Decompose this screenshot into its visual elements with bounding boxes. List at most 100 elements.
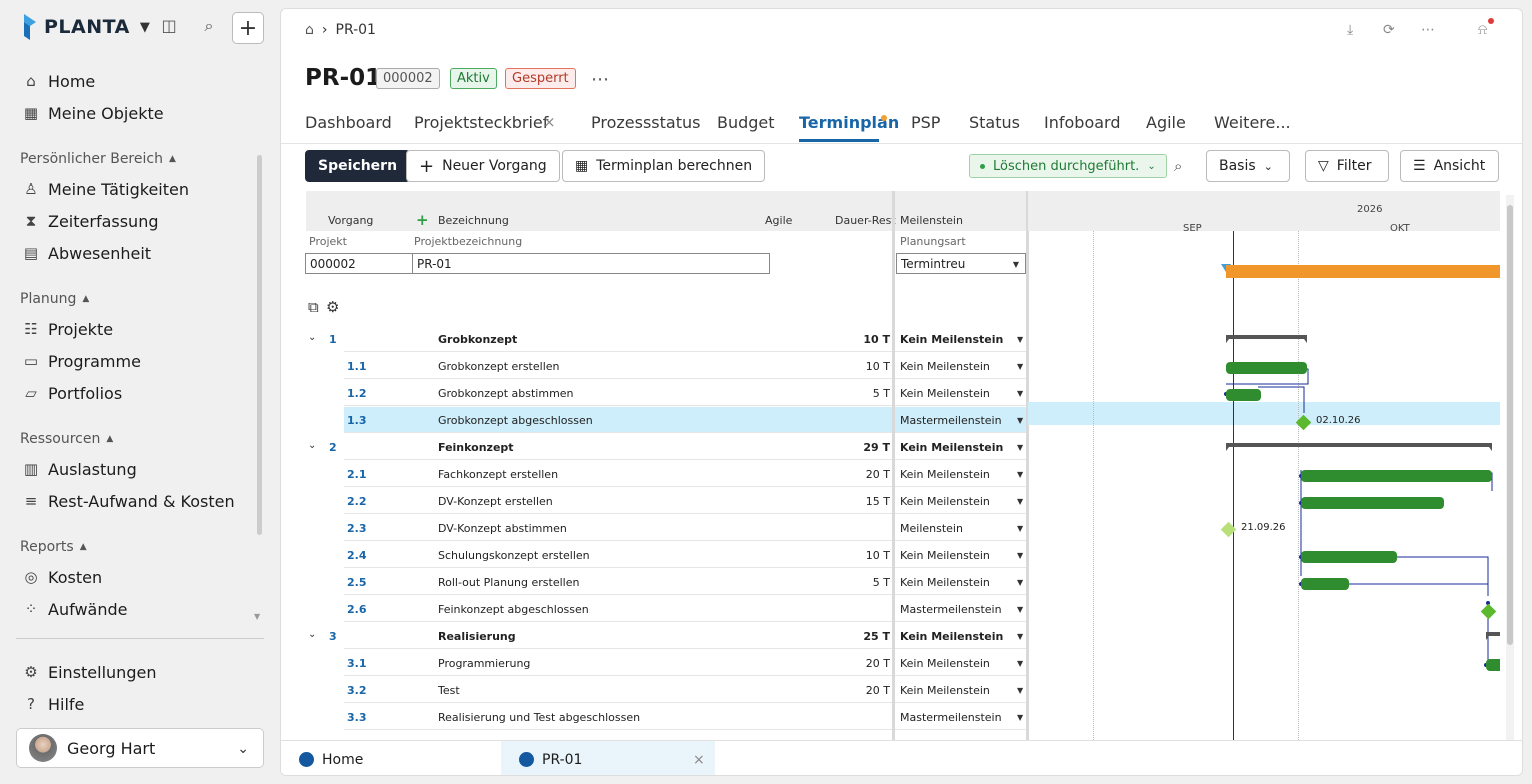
add-button[interactable]: + — [232, 12, 264, 44]
more-icon[interactable]: ⋯ — [591, 69, 609, 90]
row-name[interactable]: Feinkonzept abgeschlossen — [438, 603, 589, 616]
row-number[interactable]: 2.5 — [347, 576, 367, 589]
chevron-down-icon[interactable]: ▼ — [1017, 362, 1023, 371]
table-row[interactable]: ⌄ 2 Feinkonzept 29 T Kein Meilenstein ▼ — [306, 433, 1026, 460]
row-name[interactable]: Grobkonzept abgeschlossen — [438, 414, 593, 427]
row-milestone[interactable]: Mastermeilenstein — [900, 711, 1002, 724]
gantt-bar-2-5[interactable] — [1301, 578, 1349, 590]
section-ressourcen[interactable]: Ressourcen ▲ — [20, 431, 113, 447]
nav-meine-objekte[interactable]: ▦ Meine Objekte — [22, 104, 164, 123]
table-row[interactable]: 2.3 DV-Konzept abstimmen Meilenstein ▼ — [306, 514, 1026, 541]
row-name[interactable]: Feinkonzept — [438, 441, 514, 454]
row-name[interactable]: Fachkonzept erstellen — [438, 468, 558, 481]
copy-icon[interactable]: ⧉ — [308, 298, 319, 316]
table-row[interactable]: ⌄ 1 Grobkonzept 10 T Kein Meilenstein ▼ — [306, 325, 1026, 352]
row-milestone[interactable]: Kein Meilenstein — [900, 468, 990, 481]
brand-logo[interactable]: PLANTA ▼ — [22, 14, 150, 40]
section-reports[interactable]: Reports ▲ — [20, 539, 87, 555]
tab-weitere[interactable]: Weitere... — [1214, 113, 1291, 132]
row-name[interactable]: Schulungskonzept erstellen — [438, 549, 590, 562]
chevron-down-icon[interactable]: ⌄ — [308, 629, 316, 640]
row-milestone[interactable]: Meilenstein — [900, 522, 963, 535]
row-number[interactable]: 2.2 — [347, 495, 367, 508]
gantt-summary-3[interactable] — [1486, 632, 1500, 640]
gantt-bar-1-1[interactable] — [1226, 362, 1307, 374]
row-number[interactable]: 2.1 — [347, 468, 367, 481]
table-row[interactable]: ⌄ 3 Realisierung 25 T Kein Meilenstein ▼ — [306, 622, 1026, 649]
row-number[interactable]: 1.1 — [347, 360, 367, 373]
table-row[interactable]: 3.3 Realisierung und Test abgeschlossen Ma… — [306, 703, 1026, 730]
more-icon[interactable]: ⋯ — [1421, 22, 1435, 38]
gantt-summary-1[interactable] — [1226, 335, 1307, 343]
nav-zeiterfassung[interactable]: ⧗ Zeiterfassung — [22, 212, 159, 231]
row-number[interactable]: 2.3 — [347, 522, 367, 535]
chevron-down-icon[interactable]: ▼ — [1017, 551, 1023, 560]
row-name[interactable]: Realisierung — [438, 630, 516, 643]
status-message[interactable]: Löschen durchgeführt. ⌄ — [969, 154, 1167, 178]
row-number[interactable]: 1.3 — [347, 414, 367, 427]
gantt-project-bar[interactable] — [1226, 265, 1500, 278]
gantt-bar-2-2[interactable] — [1301, 497, 1444, 509]
chevron-down-icon[interactable]: ▼ — [1017, 659, 1023, 668]
gantt-bar-2-1[interactable] — [1301, 470, 1492, 482]
view-button[interactable]: ☰ Ansicht — [1400, 150, 1499, 182]
col-dauer[interactable]: Dauer-Rest — [835, 214, 896, 227]
scroll-thumb[interactable] — [1507, 205, 1513, 645]
row-name[interactable]: Test — [438, 684, 460, 697]
tab-infoboard[interactable]: Infoboard — [1044, 113, 1120, 132]
nav-einstellungen[interactable]: ⚙ Einstellungen — [22, 663, 156, 682]
row-number[interactable]: 3 — [329, 630, 337, 643]
download-icon[interactable]: ⤓ — [1347, 22, 1353, 38]
row-milestone[interactable]: Kein Meilenstein — [900, 657, 990, 670]
col-vorgang[interactable]: Vorgang — [328, 214, 373, 227]
chevron-down-icon[interactable]: ▼ — [1017, 605, 1023, 614]
sidebar-toggle-icon[interactable]: ◫ — [158, 18, 180, 40]
bottom-tab-home[interactable]: Home — [281, 741, 501, 775]
nav-rest-aufwand[interactable]: ≡ Rest-Aufwand & Kosten — [22, 492, 235, 511]
nav-abwesenheit[interactable]: ▤ Abwesenheit — [22, 244, 151, 263]
row-milestone[interactable]: Kein Meilenstein — [900, 333, 1003, 346]
row-number[interactable]: 3.2 — [347, 684, 367, 697]
row-name[interactable]: DV-Konzept abstimmen — [438, 522, 567, 535]
scroll-down-icon[interactable]: ▼ — [254, 612, 260, 621]
close-icon[interactable]: × — [693, 752, 705, 768]
tab-status[interactable]: Status — [969, 113, 1020, 132]
close-icon[interactable]: × — [543, 113, 556, 131]
table-row[interactable]: 1.3 Grobkonzept abgeschlossen Mastermeilen… — [306, 406, 1026, 433]
breadcrumb-current[interactable]: PR-01 — [336, 22, 376, 38]
row-milestone[interactable]: Kein Meilenstein — [900, 360, 990, 373]
row-milestone[interactable]: Mastermeilenstein — [900, 603, 1002, 616]
nav-kosten[interactable]: ◎ Kosten — [22, 568, 102, 587]
refresh-icon[interactable]: ⟳ — [1383, 22, 1395, 38]
gantt-scrollbar[interactable] — [1506, 195, 1514, 743]
row-number[interactable]: 2.6 — [347, 603, 367, 616]
sidebar-scrollbar[interactable] — [257, 155, 262, 535]
col-meilenstein[interactable]: Meilenstein — [900, 214, 963, 227]
row-milestone[interactable]: Kein Meilenstein — [900, 495, 990, 508]
column-splitter[interactable] — [892, 191, 895, 746]
nav-projekte[interactable]: ☷ Projekte — [22, 320, 113, 339]
row-name[interactable]: Programmierung — [438, 657, 530, 670]
gantt-bar-2-4[interactable] — [1301, 551, 1397, 563]
chevron-down-icon[interactable]: ⌄ — [308, 332, 316, 343]
new-task-button[interactable]: + Neuer Vorgang — [406, 150, 560, 182]
chevron-down-icon[interactable]: ▼ — [1017, 497, 1023, 506]
add-row-icon[interactable]: + — [416, 211, 429, 229]
tab-agile[interactable]: Agile — [1146, 113, 1186, 132]
tab-projektsteckbrief[interactable]: Projektsteckbrief — [414, 113, 548, 132]
search-icon[interactable]: ⌕ — [198, 18, 220, 40]
project-name-field[interactable]: PR-01 — [412, 253, 770, 274]
save-button[interactable]: Speichern — [305, 150, 411, 182]
nav-taetigkeiten[interactable]: ♙ Meine Tätigkeiten — [22, 180, 189, 199]
gear-icon[interactable]: ⚙ — [326, 298, 339, 316]
table-row[interactable]: 2.4 Schulungskonzept erstellen 10 T Kein Me… — [306, 541, 1026, 568]
calc-schedule-button[interactable]: ▦ Terminplan berechnen — [562, 150, 766, 182]
basis-dropdown[interactable]: Basis ⌄ — [1206, 150, 1290, 182]
row-name[interactable]: Grobkonzept abstimmen — [438, 387, 574, 400]
row-name[interactable]: Realisierung und Test abgeschlossen — [438, 711, 640, 724]
row-milestone[interactable]: Kein Meilenstein — [900, 684, 990, 697]
planungsart-select[interactable]: Termintreu ▼ — [896, 253, 1026, 274]
row-milestone[interactable]: Kein Meilenstein — [900, 549, 990, 562]
nav-programme[interactable]: ▭ Programme — [22, 352, 141, 371]
home-icon[interactable]: ⌂ — [305, 23, 314, 37]
